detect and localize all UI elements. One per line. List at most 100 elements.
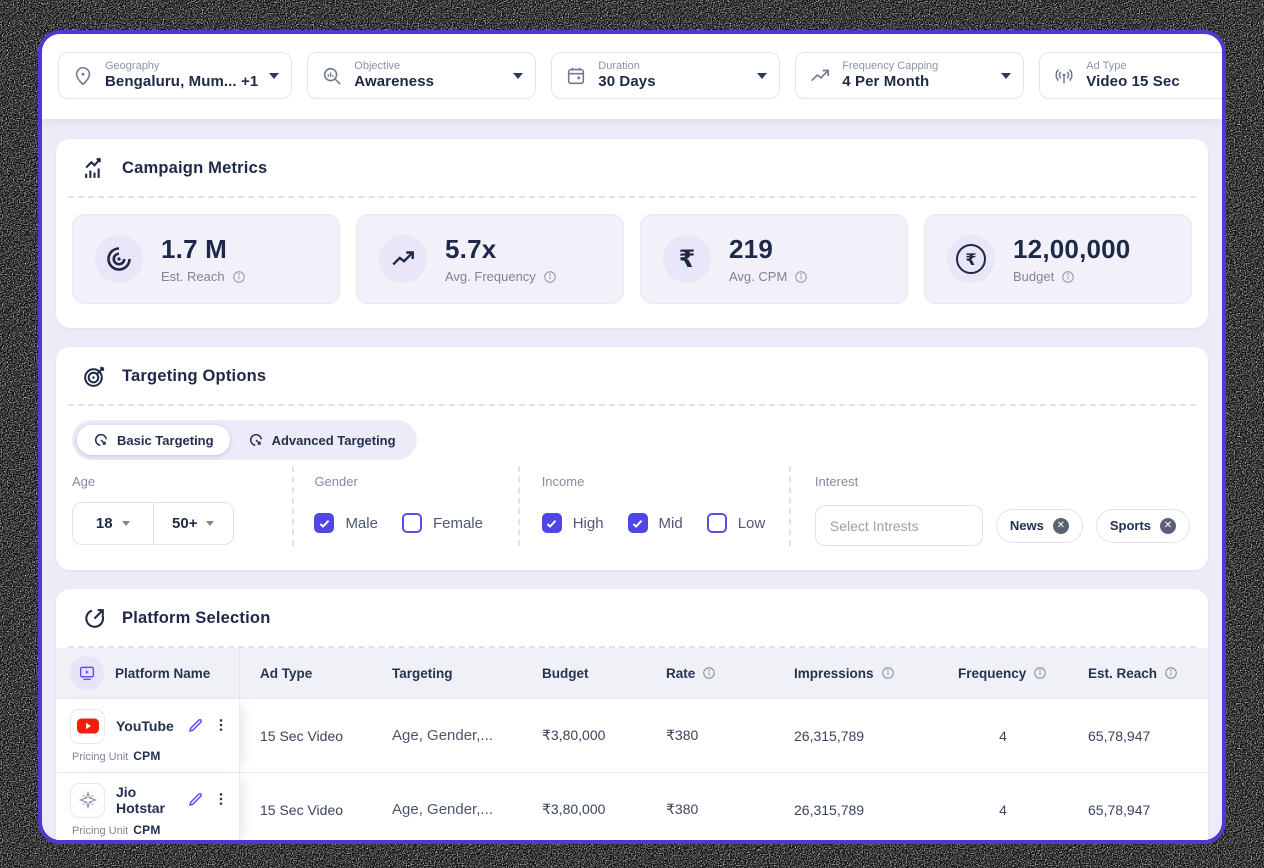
remove-chip-icon[interactable]: ✕ bbox=[1160, 518, 1176, 534]
cell-frequency: 4 bbox=[938, 728, 1068, 744]
filter-value: Bengaluru, Mum... +1 bbox=[105, 73, 258, 91]
column-platform-name: Platform Name bbox=[56, 648, 240, 698]
targeting-options-card: Targeting Options Basic Targeting Advanc… bbox=[56, 347, 1208, 570]
remove-chip-icon[interactable]: ✕ bbox=[1053, 518, 1069, 534]
checkbox-female[interactable]: Female bbox=[402, 513, 483, 533]
ad-type-dropdown[interactable]: Ad Type Video 15 Sec bbox=[1039, 52, 1226, 99]
column-rate: Rate bbox=[646, 666, 774, 681]
income-label: Income bbox=[542, 474, 771, 489]
duration-dropdown[interactable]: Duration 30 Days bbox=[551, 52, 780, 99]
column-targeting: Targeting bbox=[372, 666, 522, 681]
kebab-menu-icon[interactable] bbox=[213, 716, 229, 737]
kebab-menu-icon[interactable] bbox=[213, 790, 229, 811]
trend-up-icon bbox=[809, 65, 831, 87]
checkbox-male[interactable]: Male bbox=[314, 513, 378, 533]
checkbox-mid[interactable]: Mid bbox=[628, 513, 683, 533]
broadcast-icon bbox=[1053, 65, 1075, 87]
chevron-down-icon bbox=[513, 73, 523, 79]
pricing-unit: Pricing UnitCPM bbox=[70, 749, 229, 763]
age-from-dropdown[interactable]: 18 bbox=[73, 503, 153, 544]
magnifier-chart-icon bbox=[321, 65, 343, 87]
info-icon[interactable] bbox=[794, 270, 808, 284]
info-icon[interactable] bbox=[881, 666, 895, 680]
section-title: Targeting Options bbox=[122, 367, 266, 386]
frequency-capping-dropdown[interactable]: Frequency Capping 4 Per Month bbox=[795, 52, 1024, 99]
info-icon[interactable] bbox=[543, 270, 557, 284]
reach-spiral-icon bbox=[95, 235, 143, 283]
tab-basic-targeting[interactable]: Basic Targeting bbox=[77, 425, 230, 455]
filter-bar: Geography Bengaluru, Mum... +1 Objective… bbox=[42, 34, 1222, 119]
click-target-icon bbox=[93, 432, 109, 448]
filter-value: 30 Days bbox=[598, 73, 655, 91]
filter-label: Objective bbox=[354, 60, 434, 73]
info-icon[interactable] bbox=[1033, 666, 1047, 680]
trend-up-icon bbox=[379, 235, 427, 283]
cell-rate: ₹380 bbox=[646, 801, 774, 818]
cell-rate: ₹380 bbox=[646, 727, 774, 744]
metric-card-avg-frequency: 5.7x Avg. Frequency bbox=[356, 214, 624, 304]
edit-pencil-icon[interactable] bbox=[187, 716, 205, 737]
cell-impressions: 26,315,789 bbox=[774, 802, 938, 818]
chevron-down-icon bbox=[122, 521, 130, 526]
edit-pencil-icon[interactable] bbox=[187, 790, 205, 811]
section-title: Campaign Metrics bbox=[122, 159, 267, 178]
checkbox-high[interactable]: High bbox=[542, 513, 604, 533]
tab-label: Advanced Targeting bbox=[272, 433, 396, 448]
age-range-select: 18 50+ bbox=[72, 502, 234, 545]
metric-value: 219 bbox=[729, 234, 808, 265]
metric-card-est-reach: 1.7 M Est. Reach bbox=[72, 214, 340, 304]
filter-value: Awareness bbox=[354, 73, 434, 91]
section-title: Platform Selection bbox=[122, 609, 270, 628]
filter-label: Geography bbox=[105, 60, 258, 73]
cell-targeting: Age, Gender,... bbox=[372, 727, 522, 744]
age-label: Age bbox=[72, 474, 274, 489]
geography-dropdown[interactable]: Geography Bengaluru, Mum... +1 bbox=[58, 52, 292, 99]
info-icon[interactable] bbox=[702, 666, 716, 680]
checkbox-unchecked-icon bbox=[402, 513, 422, 533]
objective-dropdown[interactable]: Objective Awareness bbox=[307, 52, 536, 99]
jio-hotstar-logo bbox=[70, 783, 105, 818]
filter-value: Video 15 Sec bbox=[1086, 73, 1179, 91]
checkbox-checked-icon bbox=[314, 513, 334, 533]
metric-label: Est. Reach bbox=[161, 269, 225, 284]
info-icon[interactable] bbox=[232, 270, 246, 284]
column-ad-type: Ad Type bbox=[240, 666, 372, 681]
cell-budget: ₹3,80,000 bbox=[522, 727, 646, 744]
gender-label: Gender bbox=[314, 474, 499, 489]
metric-value: 1.7 M bbox=[161, 234, 246, 265]
interest-chip-sports: Sports ✕ bbox=[1096, 509, 1190, 543]
campaign-metrics-card: Campaign Metrics 1.7 M Est. Reach bbox=[56, 139, 1208, 328]
age-to-dropdown[interactable]: 50+ bbox=[153, 503, 234, 544]
table-header-row: Platform Name Ad Type Targeting Budget R… bbox=[56, 648, 1208, 698]
platform-cell: YouTube Pricing UnitCPM bbox=[56, 699, 240, 772]
target-dart-icon bbox=[82, 364, 107, 389]
rupee-icon: ₹ bbox=[663, 235, 711, 283]
chevron-down-icon bbox=[269, 73, 279, 79]
table-row-youtube: YouTube Pricing UnitCPM bbox=[56, 698, 1208, 772]
info-icon[interactable] bbox=[1061, 270, 1075, 284]
divider bbox=[68, 404, 1196, 406]
chart-bars-icon bbox=[82, 156, 107, 181]
targeting-tabs: Basic Targeting Advanced Targeting bbox=[72, 420, 417, 460]
column-frequency: Frequency bbox=[938, 666, 1068, 681]
metric-label: Avg. Frequency bbox=[445, 269, 536, 284]
app-window: Geography Bengaluru, Mum... +1 Objective… bbox=[38, 30, 1226, 844]
metric-card-budget: ₹ 12,00,000 Budget bbox=[924, 214, 1192, 304]
table-row-jio-hotstar: Jio Hotstar Pricing Unit bbox=[56, 772, 1208, 840]
chevron-down-icon bbox=[206, 521, 214, 526]
info-icon[interactable] bbox=[1164, 666, 1178, 680]
cell-targeting: Age, Gender,... bbox=[372, 801, 522, 818]
page-content: Campaign Metrics 1.7 M Est. Reach bbox=[42, 119, 1222, 840]
youtube-logo bbox=[70, 709, 105, 744]
checkbox-low[interactable]: Low bbox=[707, 513, 766, 533]
column-est-reach: Est. Reach bbox=[1068, 666, 1208, 681]
pricing-unit: Pricing UnitCPM bbox=[70, 823, 229, 837]
interest-input[interactable] bbox=[815, 505, 983, 546]
cell-budget: ₹3,80,000 bbox=[522, 801, 646, 818]
cell-ad-type: 15 Sec Video bbox=[240, 802, 372, 818]
cell-est-reach: 65,78,947 bbox=[1068, 728, 1208, 744]
tab-advanced-targeting[interactable]: Advanced Targeting bbox=[232, 425, 412, 455]
video-screen-icon bbox=[70, 656, 104, 690]
metric-value: 12,00,000 bbox=[1013, 234, 1130, 265]
cell-est-reach: 65,78,947 bbox=[1068, 802, 1208, 818]
